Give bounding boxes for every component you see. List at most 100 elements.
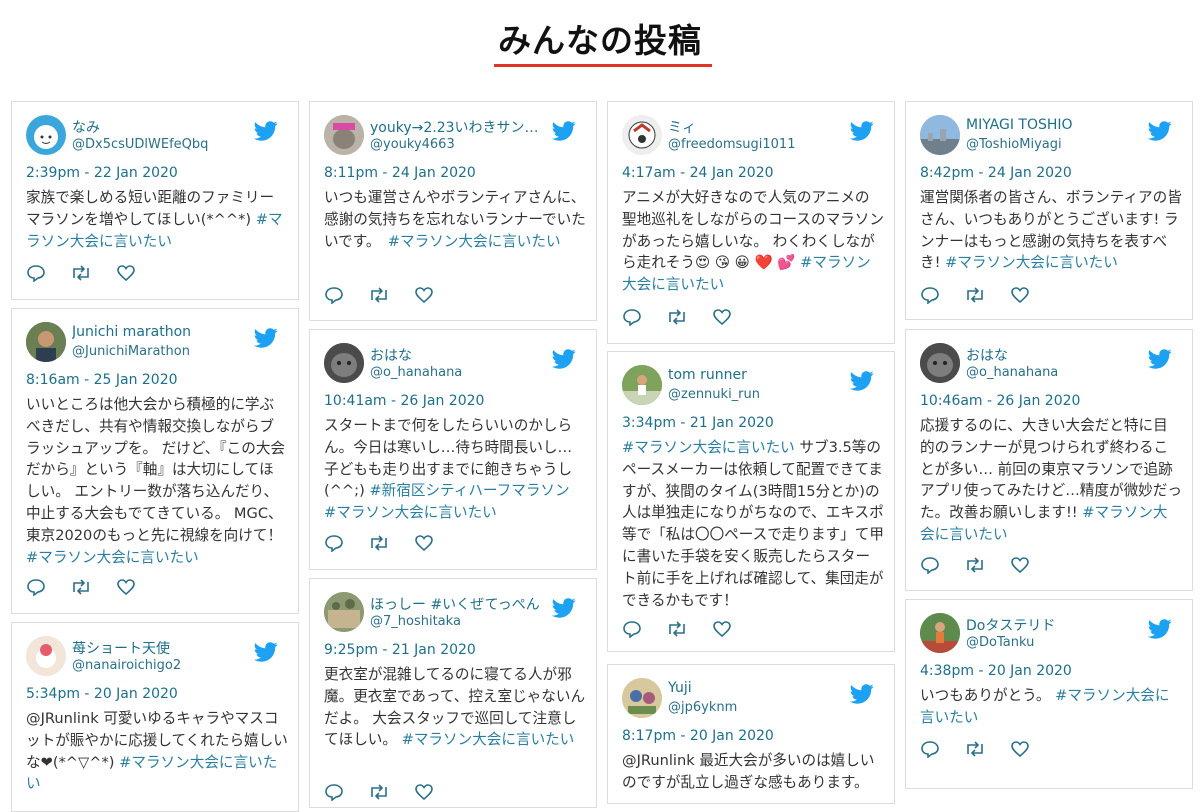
user-name[interactable]: おはな [966, 345, 1141, 365]
user-handle[interactable]: @JunichiMarathon [72, 344, 190, 359]
avatar[interactable] [324, 592, 364, 632]
reply-icon[interactable] [920, 556, 940, 574]
user-name[interactable]: Doタステリド [966, 615, 1141, 635]
user-handle[interactable]: @freedomsugi1011 [668, 137, 795, 152]
heart-icon[interactable] [1010, 286, 1030, 304]
retweet-icon[interactable] [963, 556, 987, 574]
heart-icon[interactable] [1010, 740, 1030, 758]
retweet-icon[interactable] [665, 620, 689, 638]
hashtag-link[interactable]: #マラソン大会に言いたい [622, 439, 795, 456]
user-name[interactable]: なみ [72, 117, 247, 137]
user-handle[interactable]: @7_hoshitaka [370, 614, 461, 629]
user-handle[interactable]: @ToshioMiyagi [966, 137, 1062, 152]
heart-icon[interactable] [414, 534, 434, 552]
tweet-time[interactable]: 2:39pm - 22 Jan 2020 [26, 165, 178, 181]
reply-icon[interactable] [26, 578, 46, 596]
twitter-bird-icon[interactable] [253, 120, 278, 144]
user-name[interactable]: ミィ [668, 117, 843, 137]
retweet-icon[interactable] [367, 534, 391, 552]
tweet-card[interactable]: ほっしー #いくぜてっぺん @7_hoshitaka 9:25pm - 21 J… [309, 578, 597, 808]
avatar[interactable] [920, 613, 960, 653]
avatar[interactable] [324, 115, 364, 155]
reply-icon[interactable] [622, 620, 642, 638]
avatar[interactable] [622, 678, 662, 718]
heart-icon[interactable] [1010, 556, 1030, 574]
user-handle[interactable]: @nanairoichigo2 [72, 658, 181, 673]
tweet-card[interactable]: ミィ @freedomsugi1011 4:17am - 24 Jan 2020… [607, 101, 895, 344]
reply-icon[interactable] [324, 286, 344, 304]
avatar[interactable] [26, 636, 66, 676]
twitter-bird-icon[interactable] [1147, 348, 1172, 372]
user-handle[interactable]: @DoTanku [966, 635, 1034, 650]
avatar[interactable] [622, 365, 662, 405]
tweet-card[interactable]: おはな @o_hanahana 10:46am - 26 Jan 2020 応援… [905, 329, 1193, 591]
tweet-time[interactable]: 8:11pm - 24 Jan 2020 [324, 165, 476, 181]
tweet-card[interactable]: おはな @o_hanahana 10:41am - 26 Jan 2020 スタ… [309, 329, 597, 570]
avatar[interactable] [920, 115, 960, 155]
tweet-time[interactable]: 10:46am - 26 Jan 2020 [920, 393, 1080, 409]
tweet-time[interactable]: 4:38pm - 20 Jan 2020 [920, 663, 1072, 679]
retweet-icon[interactable] [665, 308, 689, 326]
hashtag-link[interactable]: #マラソン大会に言いたい [402, 731, 575, 748]
reply-icon[interactable] [920, 286, 940, 304]
twitter-bird-icon[interactable] [1147, 618, 1172, 642]
twitter-bird-icon[interactable] [849, 370, 874, 394]
hashtag-link[interactable]: #マラソン大会に言いたい [388, 233, 561, 250]
twitter-bird-icon[interactable] [253, 327, 278, 351]
reply-icon[interactable] [920, 740, 940, 758]
user-handle[interactable]: @o_hanahana [370, 365, 462, 380]
hashtag-link[interactable]: #マラソン大会に言いたい [26, 549, 199, 566]
avatar[interactable] [920, 343, 960, 383]
user-name[interactable]: tom runner [668, 367, 843, 383]
user-handle[interactable]: @Dx5csUDlWEfeQbq [72, 137, 208, 152]
tweet-time[interactable]: 8:42pm - 24 Jan 2020 [920, 165, 1072, 181]
tweet-card[interactable]: youky→2.23いわきサンシャイン @youky4663 8:11pm - … [309, 101, 597, 321]
avatar[interactable] [324, 343, 364, 383]
tweet-card[interactable]: Junichi marathon @JunichiMarathon 8:16am… [11, 308, 299, 614]
retweet-icon[interactable] [367, 783, 391, 801]
user-name[interactable]: youky→2.23いわきサンシャイン [370, 117, 545, 137]
tweet-card[interactable]: 苺ショート天使 @nanairoichigo2 5:34pm - 20 Jan … [11, 622, 299, 812]
reply-icon[interactable] [622, 308, 642, 326]
user-name[interactable]: おはな [370, 345, 545, 365]
tweet-time[interactable]: 8:17pm - 20 Jan 2020 [622, 728, 774, 744]
user-handle[interactable]: @zennuki_run [668, 387, 760, 402]
twitter-bird-icon[interactable] [551, 348, 576, 372]
twitter-bird-icon[interactable] [551, 597, 576, 621]
tweet-card[interactable]: Yuji @jp6yknm 8:17pm - 20 Jan 2020 @JRun… [607, 664, 895, 804]
user-name[interactable]: Junichi marathon [72, 324, 247, 340]
user-handle[interactable]: @jp6yknm [668, 700, 737, 715]
user-name[interactable]: Yuji [668, 680, 843, 696]
tweet-time[interactable]: 5:34pm - 20 Jan 2020 [26, 686, 178, 702]
retweet-icon[interactable] [367, 286, 391, 304]
heart-icon[interactable] [414, 783, 434, 801]
retweet-icon[interactable] [963, 740, 987, 758]
heart-icon[interactable] [116, 264, 136, 282]
tweet-time[interactable]: 9:25pm - 21 Jan 2020 [324, 642, 476, 658]
twitter-bird-icon[interactable] [1147, 120, 1172, 144]
user-handle[interactable]: @o_hanahana [966, 365, 1058, 380]
avatar[interactable] [26, 322, 66, 362]
avatar[interactable] [622, 115, 662, 155]
avatar[interactable] [26, 115, 66, 155]
user-handle[interactable]: @youky4663 [370, 137, 455, 152]
tweet-card[interactable]: tom runner @zennuki_run 3:34pm - 21 Jan … [607, 351, 895, 652]
hashtag-link[interactable]: #マラソン大会に言いたい [945, 254, 1118, 271]
heart-icon[interactable] [712, 620, 732, 638]
tweet-card[interactable]: Doタステリド @DoTanku 4:38pm - 20 Jan 2020 いつ… [905, 599, 1193, 789]
tweet-time[interactable]: 8:16am - 25 Jan 2020 [26, 372, 178, 388]
heart-icon[interactable] [414, 286, 434, 304]
user-name[interactable]: ほっしー #いくぜてっぺん [370, 594, 545, 614]
heart-icon[interactable] [712, 308, 732, 326]
reply-icon[interactable] [26, 264, 46, 282]
tweet-card[interactable]: なみ @Dx5csUDlWEfeQbq 2:39pm - 22 Jan 2020… [11, 101, 299, 300]
reply-icon[interactable] [324, 783, 344, 801]
reply-icon[interactable] [324, 534, 344, 552]
retweet-icon[interactable] [69, 264, 93, 282]
tweet-time[interactable]: 3:34pm - 21 Jan 2020 [622, 415, 774, 431]
twitter-bird-icon[interactable] [253, 641, 278, 665]
user-name[interactable]: 苺ショート天使 [72, 638, 247, 658]
user-name[interactable]: MIYAGI TOSHIO [966, 117, 1141, 133]
tweet-card[interactable]: MIYAGI TOSHIO @ToshioMiyagi 8:42pm - 24 … [905, 101, 1193, 320]
twitter-bird-icon[interactable] [849, 120, 874, 144]
